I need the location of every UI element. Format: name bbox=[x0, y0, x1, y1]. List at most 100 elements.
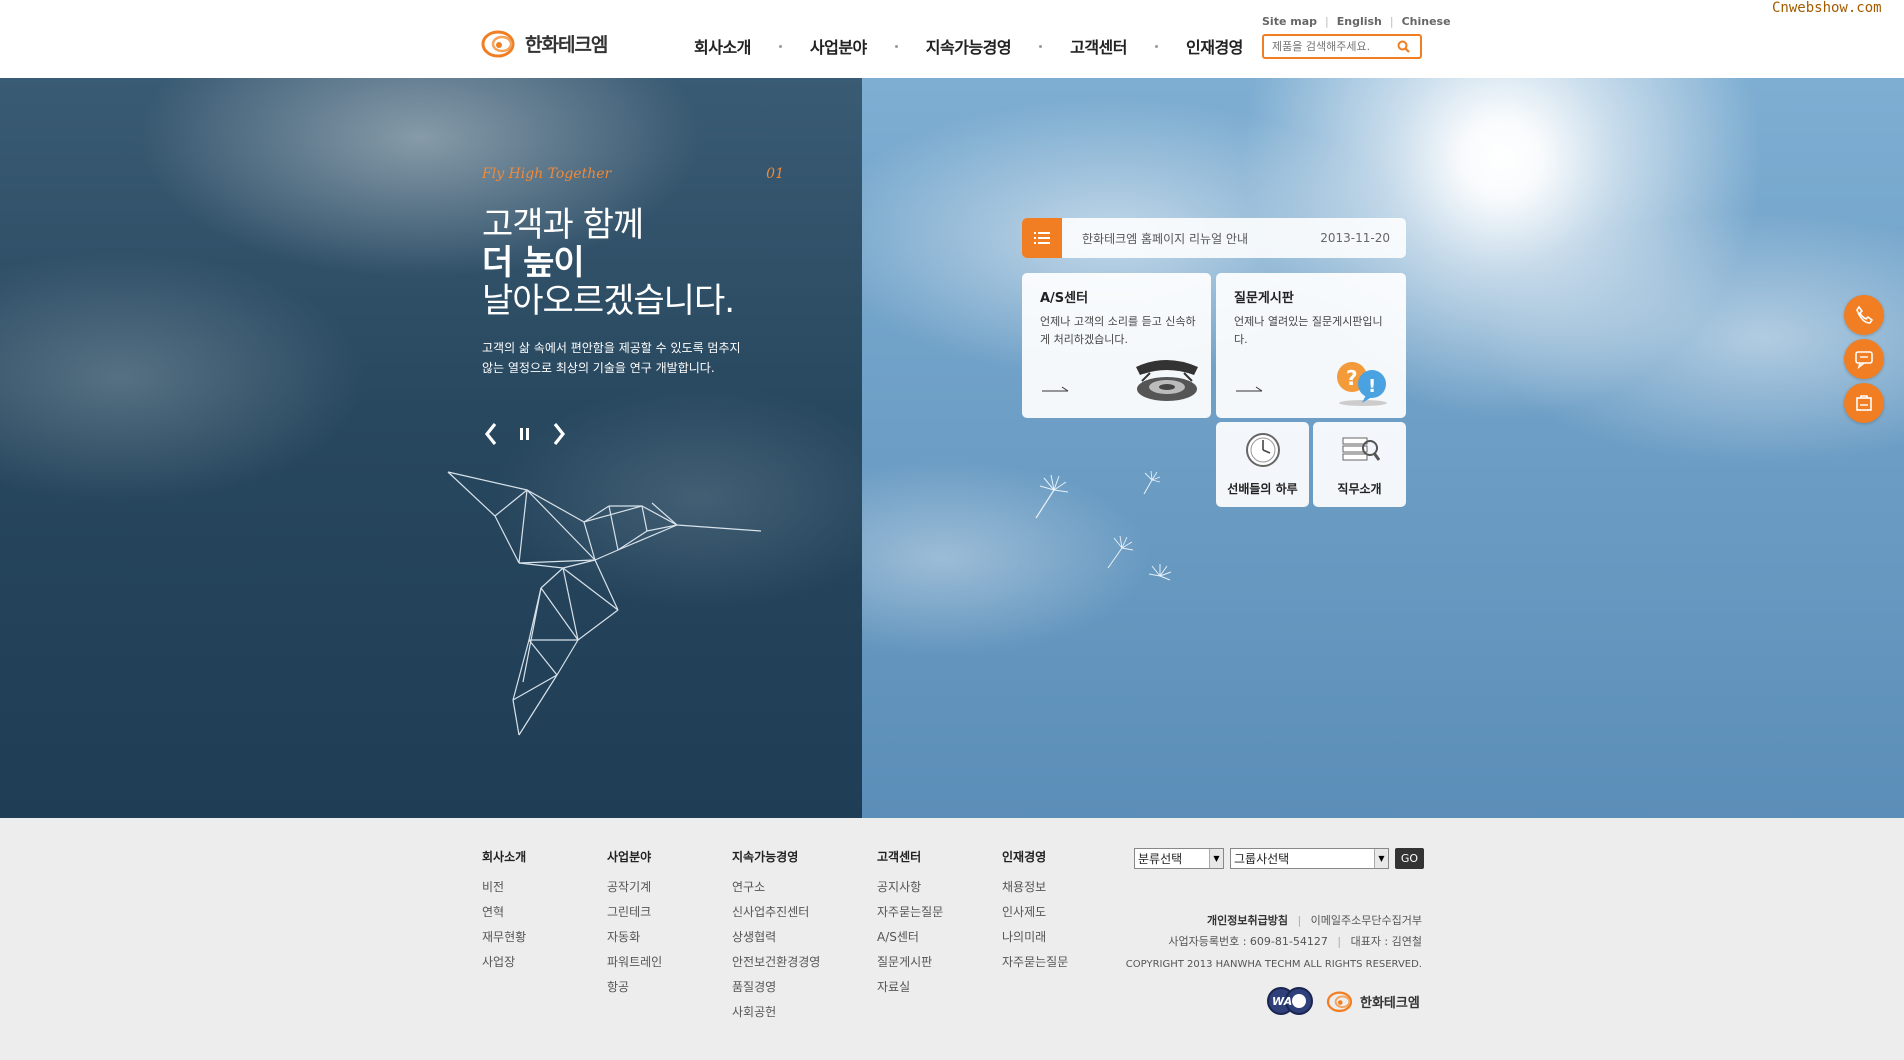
group-select-value: 그룹사선택 bbox=[1234, 852, 1290, 866]
svg-text:!: ! bbox=[1368, 376, 1376, 397]
prev-arrow-icon[interactable] bbox=[480, 420, 502, 448]
footer-col-title[interactable]: 인재경영 bbox=[1002, 848, 1068, 865]
nav-company[interactable]: 회사소개 bbox=[694, 34, 751, 58]
notice-date: 2013-11-20 bbox=[1320, 231, 1390, 245]
info-separator: | bbox=[1337, 935, 1342, 948]
footer-biz-info: 사업자등록번호 : 609-81-54127 | 대표자 : 김연철 bbox=[1062, 933, 1422, 949]
pause-icon[interactable] bbox=[514, 420, 536, 448]
clock-icon bbox=[1246, 433, 1280, 467]
hero-headline: 고객과 함께 더 높이 날아오르겠습니다. bbox=[482, 206, 784, 320]
footer-link[interactable]: 그린테크 bbox=[607, 900, 662, 925]
chinese-link[interactable]: Chinese bbox=[1402, 15, 1451, 28]
logo-text: 한화테크엠 bbox=[525, 33, 608, 56]
footer-col-company: 회사소개 비전 연혁 재무현황 사업장 bbox=[482, 848, 526, 975]
footer-link[interactable]: 자주묻는질문 bbox=[877, 900, 943, 925]
footer-link[interactable]: 항공 bbox=[607, 975, 662, 1000]
footer-col-business: 사업분야 공작기계 그린테크 자동화 파워트레인 항공 bbox=[607, 848, 662, 1000]
hero-description: 고객의 삶 속에서 편안함을 제공할 수 있도록 멈추지 않는 열정으로 최상의… bbox=[482, 338, 784, 378]
bag-icon bbox=[1856, 395, 1872, 411]
footer-link[interactable]: 연혁 bbox=[482, 900, 526, 925]
footer-link[interactable]: 채용정보 bbox=[1002, 875, 1068, 900]
chat-button[interactable] bbox=[1844, 339, 1884, 379]
job-intro-label: 직무소개 bbox=[1337, 482, 1382, 496]
qna-board-card[interactable]: 질문게시판 언제나 열려있는 질문게시판입니다. ? ! bbox=[1216, 273, 1406, 418]
business-number: 사업자등록번호 : 609-81-54127 bbox=[1168, 935, 1328, 948]
svg-text:?: ? bbox=[1346, 366, 1358, 390]
notice-bar[interactable]: 한화테크엠 홈페이지 리뉴얼 안내 2013-11-20 bbox=[1022, 218, 1406, 258]
footer-link[interactable]: A/S센터 bbox=[877, 925, 943, 950]
documents-search-icon bbox=[1342, 437, 1381, 461]
footer-link[interactable]: 연구소 bbox=[732, 875, 820, 900]
qna-card-title: 질문게시판 bbox=[1234, 291, 1294, 306]
catalog-button[interactable] bbox=[1844, 383, 1884, 423]
footer-link[interactable]: 자동화 bbox=[607, 925, 662, 950]
site-logo[interactable]: 한화테크엠 bbox=[481, 26, 608, 60]
nav-sustainability[interactable]: 지속가능경영 bbox=[926, 34, 1012, 58]
desc-line-1: 고객의 삶 속에서 편안함을 제공할 수 있도록 멈추지 bbox=[482, 341, 741, 355]
nav-business[interactable]: 사업분야 bbox=[810, 34, 867, 58]
headline-line-1: 고객과 함께 bbox=[482, 205, 644, 245]
util-separator: | bbox=[1325, 15, 1329, 28]
slide-number: 01 bbox=[766, 166, 784, 182]
job-intro-card[interactable]: 직무소개 bbox=[1313, 422, 1406, 507]
footer-link[interactable]: 사회공헌 bbox=[732, 1000, 820, 1025]
site-footer: 회사소개 비전 연혁 재무현황 사업장 사업분야 공작기계 그린테크 자동화 파… bbox=[0, 818, 1904, 1060]
footer-link[interactable]: 질문게시판 bbox=[877, 950, 943, 975]
footer-link[interactable]: 나의미래 bbox=[1002, 925, 1068, 950]
footer-col-title[interactable]: 지속가능경영 bbox=[732, 848, 820, 865]
footer-col-title[interactable]: 사업분야 bbox=[607, 848, 662, 865]
phone-call-button[interactable] bbox=[1844, 295, 1884, 335]
footer-brand-logo[interactable]: 한화테크엠 bbox=[1326, 988, 1420, 1014]
wa-mark-text: WA bbox=[1272, 995, 1292, 1008]
footer-link[interactable]: 인사제도 bbox=[1002, 900, 1068, 925]
search-icon[interactable] bbox=[1392, 37, 1414, 57]
telephone-icon bbox=[1136, 360, 1198, 401]
footer-link[interactable]: 상생협력 bbox=[732, 925, 820, 950]
footer-selects: 분류선택 ▼ 그룹사선택 ▼ GO bbox=[1134, 848, 1424, 869]
search-box bbox=[1262, 34, 1422, 59]
group-company-select[interactable]: 그룹사선택 ▼ bbox=[1230, 848, 1389, 869]
footer-link[interactable]: 재무현황 bbox=[482, 925, 526, 950]
next-arrow-icon[interactable] bbox=[548, 420, 570, 448]
footer-link[interactable]: 자료실 bbox=[877, 975, 943, 1000]
web-accessibility-mark-icon: WA bbox=[1267, 987, 1313, 1015]
copyright: COPYRIGHT 2013 HANWHA TECHM ALL RIGHTS R… bbox=[1125, 959, 1422, 970]
search-input[interactable] bbox=[1264, 36, 1392, 57]
footer-col-sustainability: 지속가능경영 연구소 신사업추진센터 상생협력 안전보건환경경영 품질경영 사회… bbox=[732, 848, 820, 1025]
footer-link[interactable]: 품질경영 bbox=[732, 975, 820, 1000]
english-link[interactable]: English bbox=[1337, 15, 1382, 28]
footer-link[interactable]: 공지사항 bbox=[877, 875, 943, 900]
info-separator: | bbox=[1297, 914, 1302, 927]
as-card-title: A/S센터 bbox=[1040, 291, 1089, 306]
email-policy-link[interactable]: 이메일주소무단수집거부 bbox=[1311, 914, 1422, 927]
nav-hr[interactable]: 인재경영 bbox=[1186, 34, 1243, 58]
list-icon bbox=[1022, 218, 1062, 258]
qna-card-desc: 언제나 열려있는 질문게시판입니다. bbox=[1234, 315, 1383, 346]
hanwha-logo-icon bbox=[481, 26, 519, 60]
footer-link[interactable]: 신사업추진센터 bbox=[732, 900, 820, 925]
footer-col-customer: 고객센터 공지사항 자주묻는질문 A/S센터 질문게시판 자료실 bbox=[877, 848, 943, 1000]
footer-col-title[interactable]: 회사소개 bbox=[482, 848, 526, 865]
footer-logos: WA 한화테크엠 bbox=[1266, 986, 1420, 1016]
footer-link[interactable]: 사업장 bbox=[482, 950, 526, 975]
footer-link[interactable]: 안전보건환경경영 bbox=[732, 950, 820, 975]
as-center-card[interactable]: A/S센터 언제나 고객의 소리를 듣고 신속하게 처리하겠습니다. bbox=[1022, 273, 1211, 418]
footer-link[interactable]: 비전 bbox=[482, 875, 526, 900]
footer-policy-links: 개인정보취급방침 | 이메일주소무단수집거부 bbox=[1062, 912, 1422, 928]
go-button[interactable]: GO bbox=[1395, 848, 1424, 869]
seniors-day-card[interactable]: 선배들의 하루 bbox=[1216, 422, 1309, 507]
sitemap-link[interactable]: Site map bbox=[1262, 15, 1317, 28]
footer-link[interactable]: 파워트레인 bbox=[607, 950, 662, 975]
footer-link[interactable]: 자주묻는질문 bbox=[1002, 950, 1068, 975]
nav-customer-center[interactable]: 고객센터 bbox=[1070, 34, 1127, 58]
headline-line-3: 날아오르겠습니다. bbox=[482, 281, 735, 321]
seniors-day-label: 선배들의 하루 bbox=[1227, 482, 1298, 496]
arrow-right-icon bbox=[1236, 386, 1263, 392]
footer-link[interactable]: 공작기계 bbox=[607, 875, 662, 900]
chat-bubble-icon bbox=[1855, 351, 1873, 369]
category-select[interactable]: 분류선택 ▼ bbox=[1134, 848, 1224, 869]
privacy-policy-link[interactable]: 개인정보취급방침 bbox=[1207, 914, 1288, 927]
desc-line-2: 않는 열정으로 최상의 기술을 연구 개발합니다. bbox=[482, 361, 715, 375]
dropdown-arrow-icon: ▼ bbox=[1374, 849, 1388, 868]
footer-col-title[interactable]: 고객센터 bbox=[877, 848, 943, 865]
